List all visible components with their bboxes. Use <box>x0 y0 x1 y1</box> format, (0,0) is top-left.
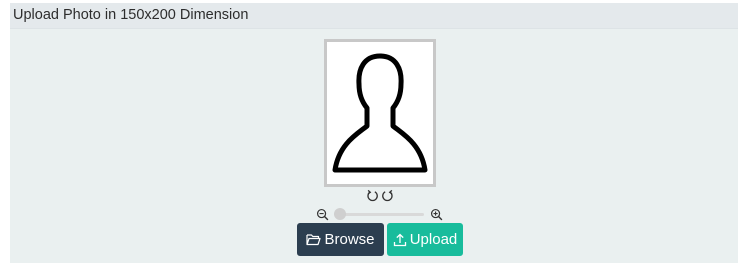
upload-button[interactable]: Upload <box>387 223 463 256</box>
zoom-slider-thumb[interactable] <box>334 208 346 220</box>
rotate-right-icon[interactable] <box>381 189 394 202</box>
folder-open-icon <box>306 234 322 246</box>
zoom-slider-track[interactable] <box>334 213 424 216</box>
rotate-controls <box>364 188 396 204</box>
browse-button[interactable]: Browse <box>297 223 384 256</box>
zoom-in-icon[interactable] <box>430 208 443 221</box>
upload-icon <box>393 233 406 246</box>
zoom-out-icon[interactable] <box>316 208 329 221</box>
browse-button-label: Browse <box>324 231 375 248</box>
upload-button-label: Upload <box>409 231 458 248</box>
panel-header: Upload Photo in 150x200 Dimension <box>10 3 738 29</box>
rotate-left-icon[interactable] <box>366 189 379 202</box>
photo-upload-panel: Upload Photo in 150x200 Dimension Browse… <box>10 3 738 263</box>
panel-title: Upload Photo in 150x200 Dimension <box>13 7 249 23</box>
photo-preview <box>324 39 436 187</box>
zoom-controls <box>314 205 448 223</box>
person-silhouette-icon <box>332 53 428 173</box>
